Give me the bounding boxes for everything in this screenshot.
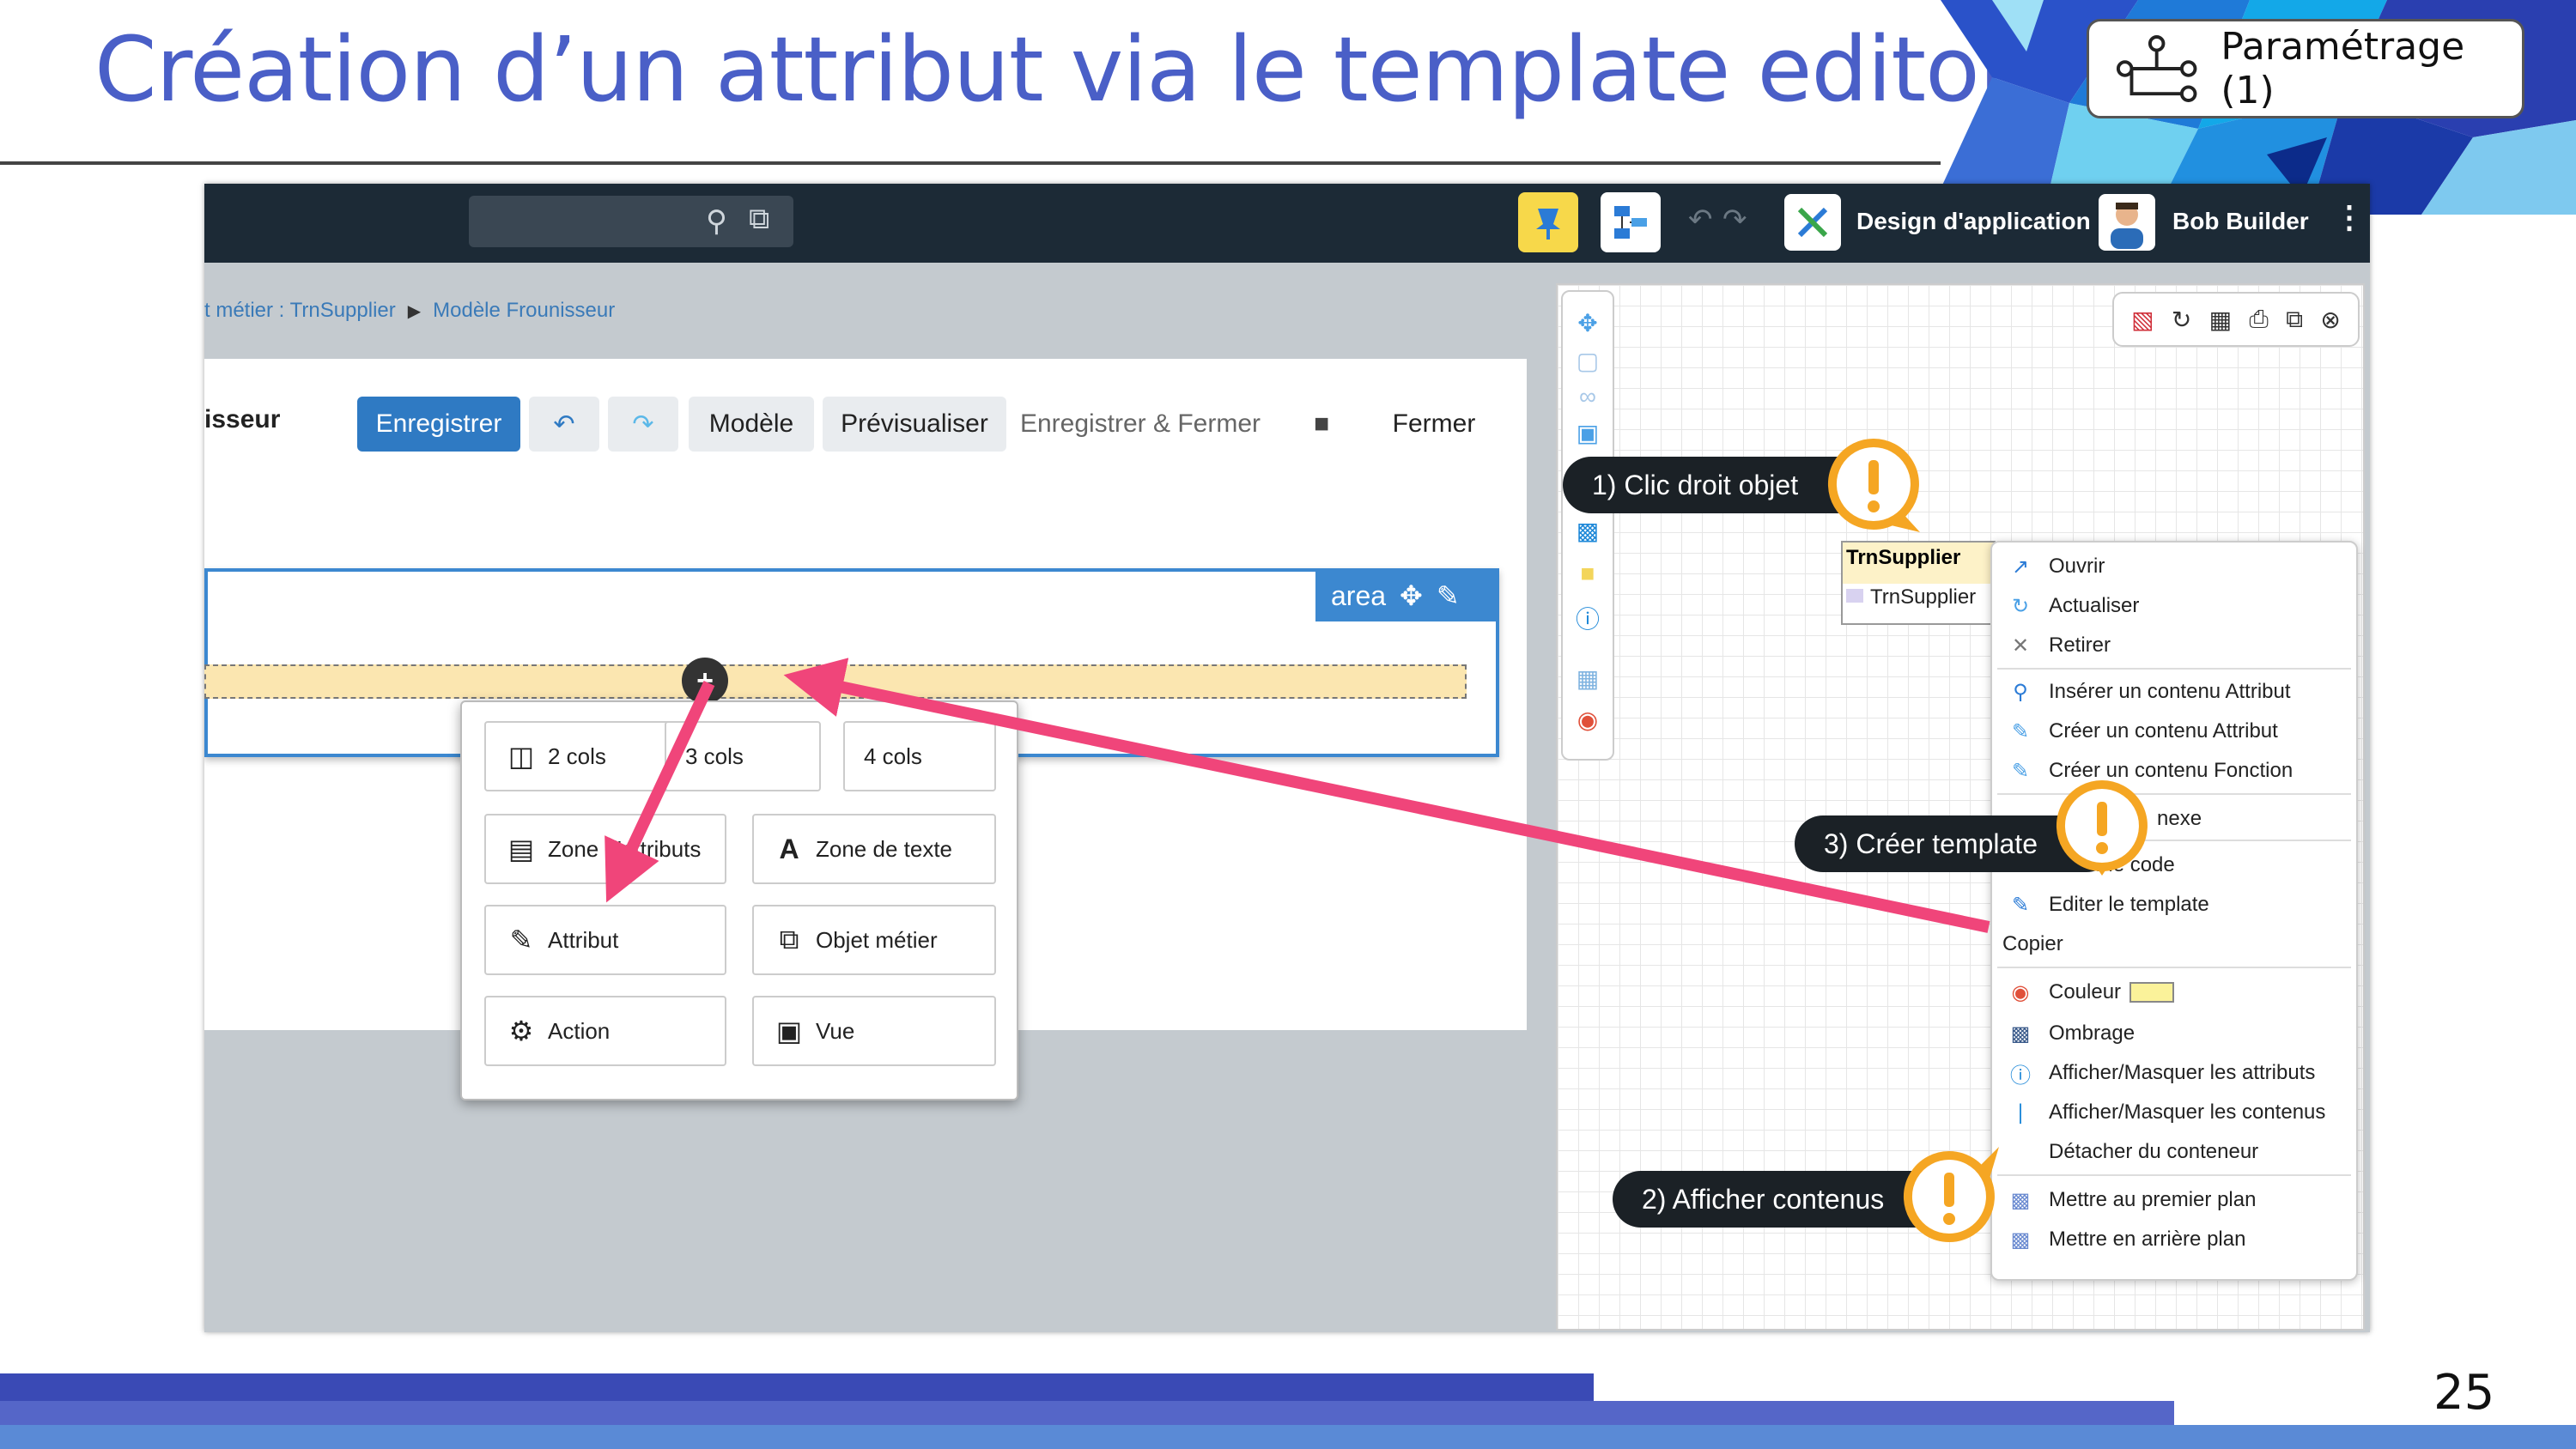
pink-arrows [605,658,1990,933]
parametrage-badge: Paramétrage (1) [2087,19,2524,118]
page-number: 25 [2433,1365,2495,1421]
arrow-to-plus [783,658,1990,933]
app-window: ⚲ ⧉ ↶ ↷ Design d'application Bob Builder… [204,184,2370,1332]
footer-bar [0,1425,2576,1449]
footer-bar [0,1373,1594,1404]
warning-icon [1827,439,1920,532]
arrow-to-attribut [605,681,715,903]
title-divider [0,161,1941,165]
warning-icon [1903,1147,1999,1242]
warning-icon [2056,780,2148,876]
parametrage-label: Paramétrage (1) [2221,25,2465,112]
footer-bar [0,1401,2174,1427]
slide-title: Création d’un attribut via le template e… [94,17,2015,122]
workflow-icon [2116,35,2197,102]
